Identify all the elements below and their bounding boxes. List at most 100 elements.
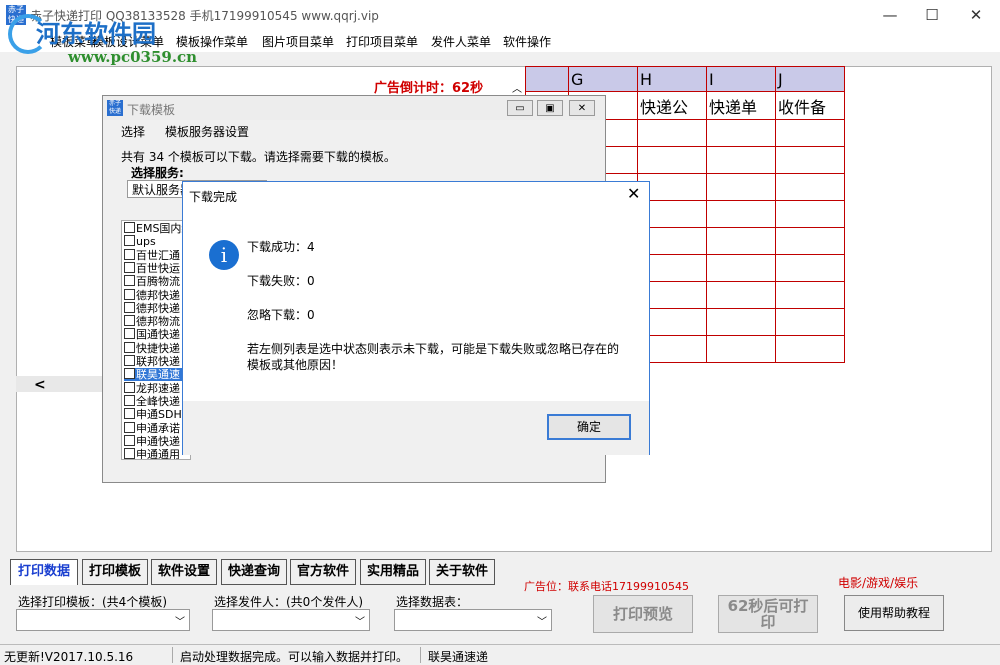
template-list-item[interactable]: 德邦物流 — [124, 315, 180, 328]
checkbox[interactable] — [124, 448, 135, 459]
checkbox[interactable] — [124, 222, 135, 233]
checkbox[interactable] — [124, 381, 135, 393]
menu-server-settings[interactable]: 模板服务器设置 — [165, 123, 249, 140]
checkbox[interactable] — [124, 394, 135, 406]
menu-print-items[interactable]: 打印项目菜单 — [346, 33, 418, 50]
template-list-item[interactable]: 联邦快递 — [124, 355, 180, 368]
checkbox[interactable] — [124, 261, 135, 273]
grid-cell[interactable] — [706, 254, 776, 282]
grid-cell[interactable] — [775, 173, 845, 201]
template-list-item[interactable]: 申通SDHY — [124, 408, 188, 421]
grid-cell[interactable] — [775, 254, 845, 282]
template-select[interactable]: ﹀ — [16, 609, 190, 631]
ok-button[interactable]: 确定 — [547, 414, 631, 440]
template-list-item[interactable]: 国通快递 — [124, 328, 180, 341]
entertainment-link[interactable]: 电影/游戏/娱乐 — [838, 574, 918, 591]
template-list-item[interactable]: 申通承诺 — [124, 421, 180, 435]
template-list-item[interactable]: 申通通用 — [124, 448, 180, 459]
tab-official-software[interactable]: 官方软件 — [290, 559, 356, 585]
checkbox[interactable] — [124, 328, 135, 340]
scroll-up-icon[interactable]: ︿ — [512, 80, 524, 95]
template-list-item[interactable]: 快捷快递 — [124, 341, 180, 355]
datatable-select[interactable]: ﹀ — [394, 609, 552, 631]
tab-utilities[interactable]: 实用精品 — [360, 559, 426, 585]
template-list-item[interactable]: 德邦快递 — [124, 301, 180, 315]
grid-subheader[interactable]: 收件备 — [775, 91, 845, 120]
grid-cell[interactable] — [775, 119, 845, 147]
print-preview-button[interactable]: 打印预览 — [593, 595, 693, 633]
close-icon[interactable]: ✕ — [627, 184, 640, 203]
grid-subheader[interactable]: 快递单 — [706, 91, 776, 120]
tab-print-template[interactable]: 打印模板 — [82, 559, 148, 585]
checkbox[interactable] — [124, 434, 135, 446]
ad-banner[interactable]: 广告位：联系电话17199910545 — [524, 578, 689, 594]
column-header[interactable]: J — [775, 66, 845, 92]
template-checklist[interactable]: EMS国内经济ups百世汇通百世快运百腾物流德邦快递德邦快递德邦物流国通快递快捷… — [121, 220, 191, 460]
checkbox[interactable] — [124, 301, 135, 313]
template-list-item[interactable]: 百腾物流 — [124, 275, 180, 288]
help-tutorial-button[interactable]: 使用帮助教程 — [844, 595, 944, 631]
close-button[interactable]: ✕ — [954, 4, 998, 26]
service-label: 选择服务: — [131, 166, 184, 180]
template-list-item[interactable]: 德邦快递 — [124, 288, 180, 302]
checkbox[interactable] — [124, 341, 135, 353]
maximize-button[interactable]: ▣ — [537, 100, 563, 116]
grid-cell[interactable] — [706, 200, 776, 228]
template-list-item[interactable]: 联昊通速 — [124, 368, 190, 382]
checkbox[interactable] — [124, 235, 135, 247]
grid-cell[interactable] — [775, 308, 845, 336]
checkbox[interactable] — [124, 315, 135, 327]
template-list-item[interactable]: 全峰快递 — [124, 394, 180, 408]
template-list-item[interactable]: 申通快递 — [124, 434, 180, 448]
tab-software-settings[interactable]: 软件设置 — [151, 559, 217, 585]
checkbox[interactable] — [124, 421, 135, 433]
checkbox[interactable] — [124, 355, 135, 366]
column-header[interactable]: I — [706, 66, 776, 92]
tab-express-query[interactable]: 快递查询 — [221, 559, 287, 585]
menu-software-ops[interactable]: 软件操作 — [503, 33, 551, 50]
grid-cell[interactable] — [706, 227, 776, 255]
grid-cell[interactable] — [706, 146, 776, 174]
grid-cell[interactable] — [775, 335, 845, 363]
maximize-button[interactable]: ☐ — [910, 4, 954, 26]
grid-cell[interactable] — [775, 146, 845, 174]
template-list-item[interactable]: 百世汇通 — [124, 248, 180, 262]
grid-cell[interactable] — [706, 335, 776, 363]
grid-cell[interactable] — [775, 281, 845, 309]
success-count: 下载成功：4 — [247, 240, 315, 254]
checkbox[interactable] — [124, 408, 135, 420]
template-list-item[interactable]: 龙邦速递 — [124, 381, 180, 395]
minimize-button[interactable]: — — [868, 4, 912, 26]
menu-image-items[interactable]: 图片项目菜单 — [262, 33, 334, 50]
menu-select[interactable]: 选择 — [121, 123, 145, 140]
checkbox[interactable] — [124, 248, 135, 260]
template-item-label: ups — [136, 235, 156, 249]
grid-cell[interactable] — [637, 146, 707, 174]
grid-cell[interactable] — [706, 308, 776, 336]
tab-about[interactable]: 关于软件 — [429, 559, 495, 585]
minimize-button[interactable]: ▭ — [507, 100, 533, 116]
sender-select[interactable]: ﹀ — [212, 609, 370, 631]
template-list-item[interactable]: ups — [124, 235, 156, 248]
grid-cell[interactable] — [706, 173, 776, 201]
tab-print-data[interactable]: 打印数据 — [10, 559, 78, 585]
checkbox[interactable] — [124, 368, 135, 380]
template-list-item[interactable]: 百世快运 — [124, 261, 180, 275]
grid-cell[interactable] — [775, 227, 845, 255]
grid-cell[interactable] — [775, 200, 845, 228]
grid-cell[interactable] — [706, 281, 776, 309]
menu-sender[interactable]: 发件人菜单 — [431, 33, 491, 50]
print-button[interactable]: 62秒后可打 印 — [718, 595, 818, 633]
grid-cell[interactable] — [706, 119, 776, 147]
checkbox[interactable] — [124, 275, 135, 287]
grid-subheader[interactable]: 快递公 — [637, 91, 707, 120]
scroll-left-icon[interactable]: < — [34, 377, 46, 393]
grid-cell[interactable] — [637, 119, 707, 147]
column-header[interactable]: H — [637, 66, 707, 92]
template-list-item[interactable]: EMS国内经济 — [124, 222, 190, 235]
checkbox[interactable] — [124, 288, 135, 300]
template-select-label: 选择打印模板：(共4个模板) — [18, 595, 167, 609]
template-item-label: 快捷快递 — [136, 341, 180, 355]
column-header[interactable]: G — [568, 66, 638, 92]
close-button[interactable]: ✕ — [569, 100, 595, 116]
